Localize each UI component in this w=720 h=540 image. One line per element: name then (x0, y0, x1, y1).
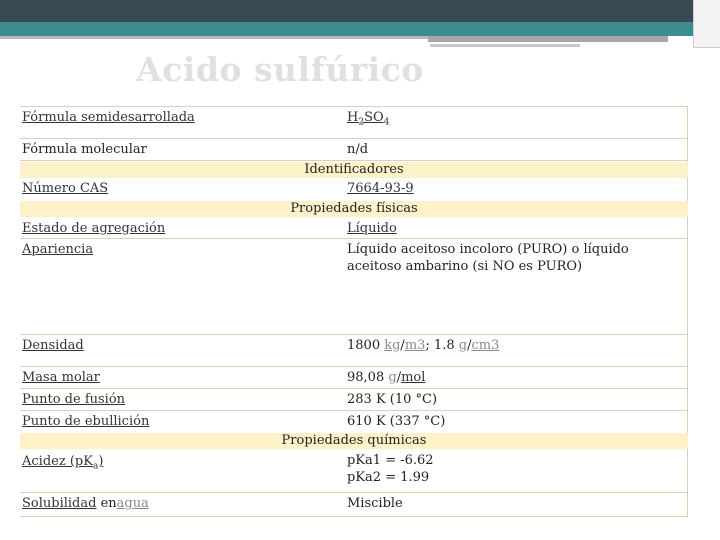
row-divider (20, 366, 688, 367)
cas-value[interactable]: 7664-93-9 (347, 180, 682, 197)
decor-line-2 (428, 36, 668, 42)
decor-line-1 (0, 36, 430, 39)
section-identificadores: Identificadores (20, 162, 688, 178)
apariencia-value: Líquido aceitoso incoloro (PURO) o líqui… (347, 242, 629, 274)
decor-line-3 (430, 44, 580, 47)
row-divider (20, 388, 688, 389)
row-divider (20, 334, 688, 335)
estado-value[interactable]: Líquido (347, 220, 682, 237)
row-divider (20, 160, 688, 161)
solubilidad-value: Miscible (347, 496, 403, 511)
top-dark-bar (0, 0, 720, 22)
row-divider (20, 138, 688, 139)
formula-semi-value: H2SO4 (347, 110, 390, 128)
table-bottom-border (20, 516, 688, 517)
solubilidad-label: Solubilidad enagua (22, 496, 149, 511)
page-title: Acido sulfúrico (136, 50, 424, 89)
estado-label[interactable]: Estado de agregación (22, 220, 165, 237)
masa-value: 98,08 g/mol (347, 370, 426, 385)
acidez-value: pKa1 = -6.62 pKa2 = 1.99 (347, 453, 434, 485)
ebullicion-label[interactable]: Punto de ebullición (22, 413, 149, 430)
section-propiedades-fisicas: Propiedades físicas (20, 201, 688, 217)
densidad-value: 1800 kg/m3; 1.8 g/cm3 (347, 338, 500, 353)
acidez-label[interactable]: Acidez (pKa) (22, 453, 103, 476)
formula-semi-label[interactable]: Fórmula semidesarrollada (22, 109, 195, 126)
masa-label[interactable]: Masa molar (22, 369, 100, 386)
densidad-label[interactable]: Densidad (22, 337, 84, 354)
ebullicion-value: 610 K (337 °C) (347, 414, 446, 429)
row-divider (20, 492, 688, 493)
fusion-label[interactable]: Punto de fusión (22, 391, 125, 408)
table-top-border (20, 106, 688, 107)
cas-label[interactable]: Número CAS (22, 180, 108, 197)
apariencia-label[interactable]: Apariencia (22, 241, 93, 258)
row-divider (20, 238, 688, 239)
row-divider (20, 410, 688, 411)
formula-mol-value: n/d (347, 142, 369, 157)
formula-mol-label: Fórmula molecular (22, 142, 147, 157)
corner-box (693, 0, 720, 48)
section-propiedades-quimicas: Propiedades químicas (20, 433, 688, 449)
fusion-value: 283 K (10 °C) (347, 392, 438, 407)
top-teal-bar (0, 22, 720, 36)
